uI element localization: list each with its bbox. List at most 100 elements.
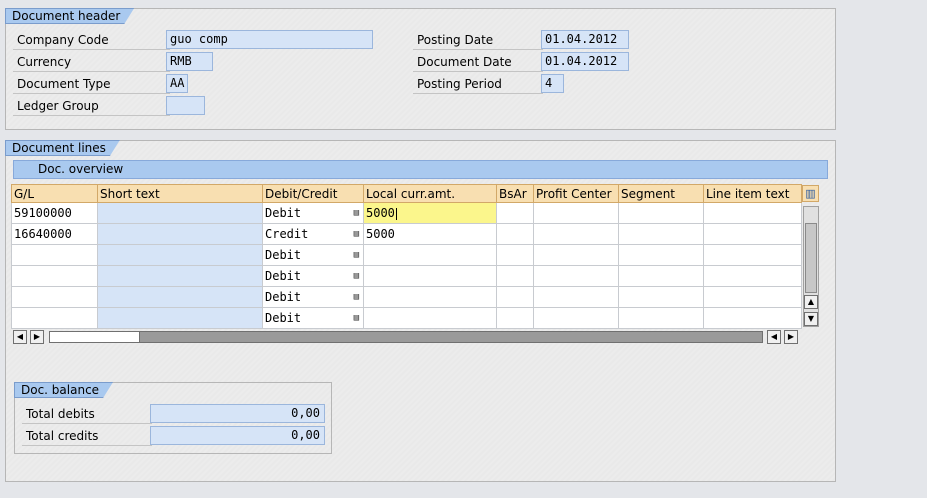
gl-cell[interactable]: 59100000	[11, 202, 98, 224]
col-header-profit-center[interactable]: Profit Center	[533, 184, 619, 203]
horizontal-scrollbar[interactable]: ◀ ▶ ◀ ▶	[13, 330, 800, 345]
document-header-title: Document header	[5, 8, 134, 24]
document-lines-title: Document lines	[5, 140, 120, 156]
debit-credit-cell[interactable]: Debit ▤	[262, 307, 364, 329]
value-help-icon[interactable]: ▤	[354, 313, 361, 323]
scroll-up-icon[interactable]: ▲	[804, 295, 818, 309]
table-row: Debit ▤	[11, 307, 802, 329]
line-item-text-cell[interactable]	[703, 202, 802, 224]
posting-date-field[interactable]: 01.04.2012	[541, 30, 629, 49]
profit-center-cell[interactable]	[533, 202, 619, 224]
document-type-label: Document Type	[13, 75, 170, 94]
profit-center-cell[interactable]	[533, 286, 619, 308]
amount-cell[interactable]	[363, 244, 497, 266]
short-text-cell[interactable]	[97, 202, 263, 224]
line-item-text-cell[interactable]	[703, 244, 802, 266]
ledger-group-field[interactable]	[166, 96, 205, 115]
segment-cell[interactable]	[618, 244, 704, 266]
debit-credit-cell[interactable]: Debit ▤	[262, 244, 364, 266]
horizontal-scroll-thumb[interactable]	[50, 332, 140, 342]
line-item-text-cell[interactable]	[703, 265, 802, 287]
document-type-field[interactable]: AA	[166, 74, 188, 93]
debit-credit-value: Credit	[265, 227, 309, 241]
scroll-left-end-icon[interactable]: ◀	[767, 330, 781, 344]
segment-cell[interactable]	[618, 307, 704, 329]
col-header-segment[interactable]: Segment	[618, 184, 704, 203]
segment-cell[interactable]	[618, 265, 704, 287]
value-help-icon[interactable]: ▤	[354, 208, 361, 218]
amount-cell-editing[interactable]: 5000	[363, 202, 497, 224]
debit-credit-value: Debit	[265, 290, 302, 304]
value-help-icon[interactable]: ▤	[354, 250, 361, 260]
business-area-cell[interactable]	[496, 223, 534, 245]
debit-credit-cell[interactable]: Debit ▤	[262, 265, 364, 287]
vertical-scrollbar[interactable]: ▲ ▼	[803, 206, 819, 327]
business-area-cell[interactable]	[496, 244, 534, 266]
segment-cell[interactable]	[618, 223, 704, 245]
col-header-short-text[interactable]: Short text	[97, 184, 263, 203]
business-area-cell[interactable]	[496, 286, 534, 308]
document-header-group: Document header Company Code guo comp Cu…	[5, 8, 836, 130]
segment-cell[interactable]	[618, 202, 704, 224]
profit-center-cell[interactable]	[533, 307, 619, 329]
currency-field[interactable]: RMB	[166, 52, 213, 71]
scroll-down-icon[interactable]: ▼	[804, 312, 818, 326]
debit-credit-value: Debit	[265, 206, 302, 220]
short-text-cell[interactable]	[97, 265, 263, 287]
line-items-table: G/L Short text Debit/Credit Local curr.a…	[11, 184, 802, 329]
line-item-text-cell[interactable]	[703, 223, 802, 245]
business-area-cell[interactable]	[496, 265, 534, 287]
value-help-icon[interactable]: ▤	[354, 271, 361, 281]
line-item-text-cell[interactable]	[703, 307, 802, 329]
profit-center-cell[interactable]	[533, 265, 619, 287]
table-settings-icon[interactable]: ▥	[802, 185, 819, 202]
gl-cell[interactable]	[11, 286, 98, 308]
profit-center-cell[interactable]	[533, 223, 619, 245]
vertical-scroll-thumb[interactable]	[805, 223, 817, 293]
business-area-cell[interactable]	[496, 307, 534, 329]
debit-credit-cell[interactable]: Debit ▤	[262, 202, 364, 224]
line-item-text-cell[interactable]	[703, 286, 802, 308]
total-debits-field: 0,00	[150, 404, 325, 423]
document-date-field[interactable]: 01.04.2012	[541, 52, 629, 71]
col-header-line-item-text[interactable]: Line item text	[703, 184, 802, 203]
horizontal-scroll-track[interactable]	[49, 331, 763, 343]
short-text-cell[interactable]	[97, 286, 263, 308]
amount-cell[interactable]	[363, 307, 497, 329]
business-area-cell[interactable]	[496, 202, 534, 224]
company-code-field[interactable]: guo comp	[166, 30, 373, 49]
amount-cell[interactable]	[363, 265, 497, 287]
debit-credit-cell[interactable]: Credit ▤	[262, 223, 364, 245]
col-header-business-area[interactable]: BsAr	[496, 184, 534, 203]
short-text-cell[interactable]	[97, 223, 263, 245]
profit-center-cell[interactable]	[533, 244, 619, 266]
short-text-cell[interactable]	[97, 307, 263, 329]
col-header-local-amount[interactable]: Local curr.amt.	[363, 184, 497, 203]
scroll-left-icon[interactable]: ◀	[13, 330, 27, 344]
short-text-cell[interactable]	[97, 244, 263, 266]
amount-cell[interactable]	[363, 286, 497, 308]
gl-cell[interactable]: 16640000	[11, 223, 98, 245]
amount-cell[interactable]: 5000	[363, 223, 497, 245]
col-header-debit-credit[interactable]: Debit/Credit	[262, 184, 364, 203]
debit-credit-cell[interactable]: Debit ▤	[262, 286, 364, 308]
gl-cell[interactable]	[11, 307, 98, 329]
total-credits-label: Total credits	[22, 427, 152, 446]
table-row: Debit ▤	[11, 244, 802, 266]
table-row: Debit ▤	[11, 265, 802, 287]
posting-period-field[interactable]: 4	[541, 74, 564, 93]
document-date-label: Document Date	[413, 53, 543, 72]
debit-credit-value: Debit	[265, 248, 302, 262]
gl-cell[interactable]	[11, 244, 98, 266]
posting-period-label: Posting Period	[413, 75, 543, 94]
currency-label: Currency	[13, 53, 170, 72]
text-cursor	[395, 207, 397, 220]
scroll-right-icon[interactable]: ▶	[30, 330, 44, 344]
col-header-gl[interactable]: G/L	[11, 184, 98, 203]
gl-cell[interactable]	[11, 265, 98, 287]
segment-cell[interactable]	[618, 286, 704, 308]
doc-balance-title: Doc. balance	[14, 382, 113, 398]
scroll-right-end-icon[interactable]: ▶	[784, 330, 798, 344]
value-help-icon[interactable]: ▤	[354, 292, 361, 302]
value-help-icon[interactable]: ▤	[354, 229, 361, 239]
